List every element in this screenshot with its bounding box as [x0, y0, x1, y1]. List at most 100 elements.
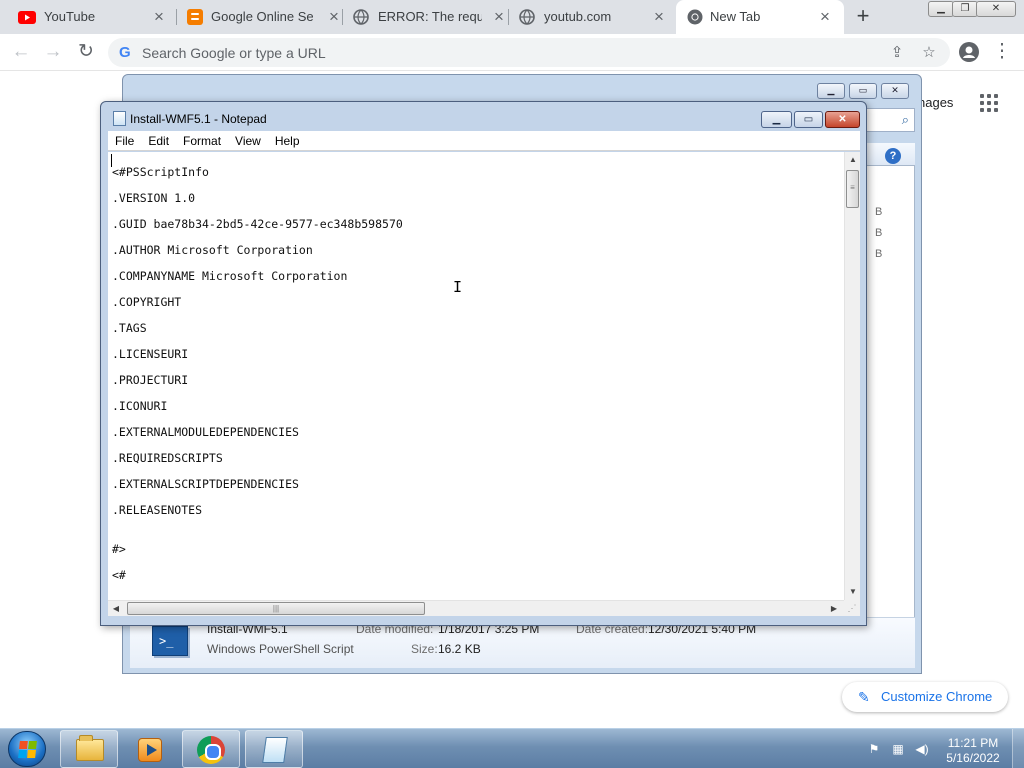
menu-file[interactable]: File [108, 134, 141, 148]
scroll-left-arrow-icon[interactable]: ◀ [108, 601, 124, 617]
tab-close-icon[interactable]: × [650, 8, 668, 26]
profile-avatar-icon[interactable] [957, 40, 981, 64]
menu-view[interactable]: View [228, 134, 268, 148]
globe-icon [518, 9, 536, 25]
tab-close-icon[interactable]: × [325, 8, 343, 26]
tab-close-icon[interactable]: × [816, 8, 834, 26]
explorer-search-box[interactable]: ⌕ [865, 108, 915, 132]
horizontal-scroll-thumb[interactable]: ||| [127, 602, 425, 615]
globe-icon [352, 9, 370, 25]
windows-explorer-icon [76, 735, 104, 761]
taskbar-chrome[interactable] [182, 730, 240, 768]
text-line: #> [112, 542, 126, 556]
tab-youtube[interactable]: YouTube × [0, 0, 176, 34]
menu-help[interactable]: Help [268, 134, 307, 148]
notepad-maximize-button[interactable]: ▭ [794, 111, 823, 128]
scroll-down-arrow-icon[interactable]: ▼ [845, 584, 861, 600]
tab-close-icon[interactable]: × [490, 8, 508, 26]
notepad-window[interactable]: Install-WMF5.1 - Notepad ▁ ▭ ✕ File Edit… [100, 101, 867, 626]
tab-youtub-com[interactable]: youtub.com × [508, 0, 676, 34]
notepad-close-button[interactable]: ✕ [825, 111, 860, 128]
size-label: Size: [411, 642, 438, 656]
taskbar-notepad[interactable] [245, 730, 303, 768]
reload-icon[interactable]: ↻ [74, 40, 98, 64]
omnibox[interactable]: G Search Google or type a URL ⇪ ☆ [108, 38, 950, 67]
text-line: .COPYRIGHT [112, 295, 182, 309]
show-desktop-button[interactable] [1012, 729, 1024, 768]
vertical-scroll-thumb[interactable]: ≡ [846, 170, 859, 208]
notepad-minimize-button[interactable]: ▁ [761, 111, 792, 128]
text-line: .LICENSEURI [112, 347, 189, 361]
tab-title: Google Online Secu [211, 9, 313, 24]
explorer-close-button[interactable]: ✕ [881, 83, 909, 99]
images-link[interactable]: nages [918, 95, 953, 110]
horizontal-scrollbar[interactable]: ◀ ||| ▶ [108, 600, 844, 616]
size-grip-icon[interactable]: ⋰ [844, 600, 860, 616]
scroll-right-arrow-icon[interactable]: ▶ [826, 601, 842, 617]
size-column-fragment: B [875, 227, 883, 239]
text-line: .COMPANYNAME Microsoft Corporation [112, 269, 348, 283]
omnibox-placeholder[interactable]: Search Google or type a URL [142, 45, 326, 61]
start-button[interactable] [8, 731, 46, 767]
text-line: .EXTERNALSCRIPTDEPENDENCIES [112, 477, 299, 491]
chrome-icon [686, 9, 704, 25]
network-icon[interactable]: ▦ [890, 741, 906, 757]
text-line: <#PSScriptInfo [112, 165, 209, 179]
text-line: .VERSION 1.0 [112, 191, 196, 205]
new-tab-button[interactable]: + [850, 5, 876, 29]
blogger-icon [186, 9, 204, 25]
scroll-up-arrow-icon[interactable]: ▲ [845, 152, 861, 168]
text-line: .ICONURI [112, 399, 168, 413]
action-center-flag-icon[interactable]: ⚑ [866, 741, 882, 757]
notepad-icon [113, 111, 126, 126]
windows-logo-icon [18, 741, 37, 758]
notepad-title-bar[interactable]: Install-WMF5.1 - Notepad ▁ ▭ ✕ [101, 102, 866, 132]
bookmark-star-icon[interactable]: ☆ [920, 44, 938, 62]
google-apps-icon[interactable] [980, 94, 1000, 112]
tab-title: YouTube [44, 9, 96, 24]
share-icon[interactable]: ⇪ [888, 44, 906, 62]
tab-new-tab[interactable]: New Tab × [676, 0, 844, 34]
size-column-fragment: B [875, 206, 883, 218]
vertical-scrollbar[interactable]: ▲ ≡ ▼ [844, 152, 860, 600]
chrome-icon [197, 736, 225, 764]
i-beam-cursor-icon: I [453, 278, 463, 296]
chrome-menu-icon[interactable]: ⋮ [990, 40, 1014, 64]
windows-taskbar: ⚑ ▦ ◀) 11:21 PM 5/16/2022 [0, 728, 1024, 768]
notepad-icon [262, 737, 288, 763]
media-player-icon [138, 738, 162, 762]
text-line: .GUID bae78b34-2bd5-42ce-9577-ec348b5985… [112, 217, 403, 231]
restore-button[interactable]: ❐ [952, 1, 978, 17]
chrome-tab-strip: YouTube × Google Online Secu × ERROR: Th… [0, 0, 1024, 34]
tab-close-icon[interactable]: × [150, 8, 168, 26]
notepad-text-area[interactable]: <#PSScriptInfo .VERSION 1.0 .GUID bae78b… [108, 152, 844, 600]
help-icon[interactable]: ? [885, 148, 901, 164]
chrome-toolbar: ← → ↻ G Search Google or type a URL ⇪ ☆ … [0, 34, 1024, 71]
forward-arrow-icon[interactable]: → [41, 40, 65, 64]
explorer-maximize-button[interactable]: ▭ [849, 83, 877, 99]
notepad-menu-bar: File Edit Format View Help [108, 131, 860, 151]
text-line: <# [112, 568, 126, 582]
tab-google-online-security[interactable]: Google Online Secu × [176, 0, 342, 34]
size-column-fragment: B [875, 248, 883, 260]
text-line: .AUTHOR Microsoft Corporation [112, 243, 313, 257]
system-tray: ⚑ ▦ ◀) 11:21 PM 5/16/2022 [860, 733, 1024, 765]
minimize-button[interactable]: ▁ [928, 1, 954, 17]
powershell-script-icon: >_ [152, 626, 188, 656]
clock-date[interactable]: 5/16/2022 [946, 751, 1000, 765]
tab-title: New Tab [710, 9, 761, 24]
taskbar-windows-explorer[interactable] [60, 730, 118, 768]
tab-error-page[interactable]: ERROR: The reques × [342, 0, 508, 34]
clock-time[interactable]: 11:21 PM [946, 736, 1000, 750]
close-button[interactable]: ✕ [976, 1, 1016, 17]
details-file-type: Windows PowerShell Script [207, 642, 354, 656]
volume-icon[interactable]: ◀) [914, 741, 930, 757]
menu-edit[interactable]: Edit [141, 134, 176, 148]
back-arrow-icon[interactable]: ← [9, 40, 33, 64]
explorer-minimize-button[interactable]: ▁ [817, 83, 845, 99]
pencil-icon: ✎ [858, 689, 870, 705]
customize-chrome-label: Customize Chrome [881, 689, 993, 704]
menu-format[interactable]: Format [176, 134, 228, 148]
customize-chrome-button[interactable]: ✎ Customize Chrome [842, 682, 1008, 712]
taskbar-media-player[interactable] [121, 730, 179, 768]
